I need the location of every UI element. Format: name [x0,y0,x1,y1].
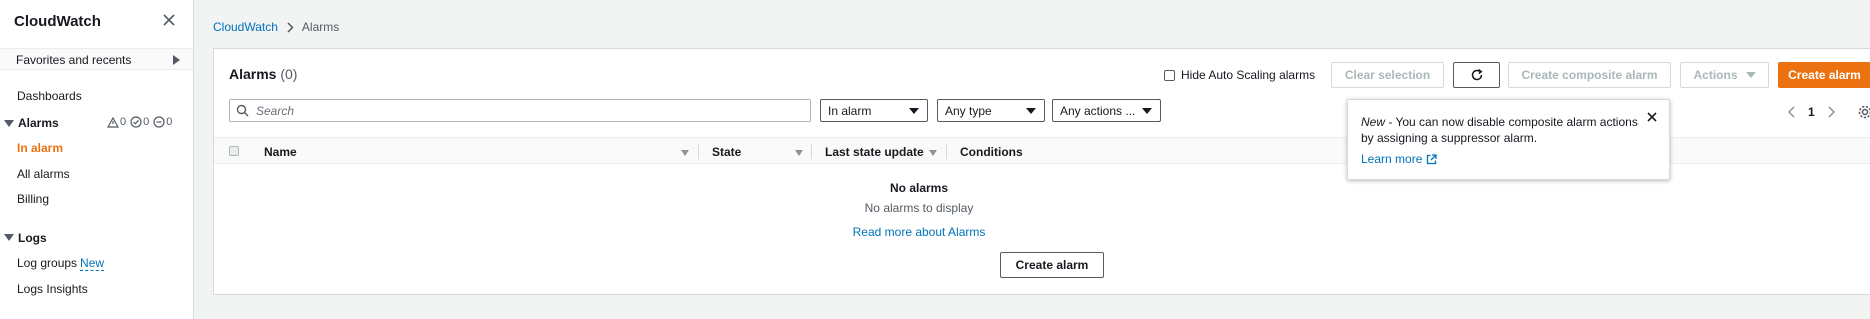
alarm-warning-icon [107,116,119,128]
empty-state-title: No alarms [889,181,949,195]
search-input[interactable] [256,102,796,119]
refresh-icon [1471,68,1483,81]
breadcrumb-cloudwatch[interactable]: CloudWatch [213,20,278,34]
log-groups-label: Log groups [17,256,78,270]
actions-label: Actions [1693,68,1738,82]
chevron-right-icon[interactable] [1826,106,1836,118]
settings-icon[interactable] [1858,105,1870,119]
new-badge: New [80,256,105,271]
learn-more-label: Learn more [1361,152,1423,166]
chevron-right-icon [287,21,294,33]
actions-filter-select[interactable]: Any actions ... [1052,99,1161,122]
new-feature-popover: New - You can now disable composite alar… [1347,99,1670,180]
close-icon[interactable] [1645,110,1659,124]
pagination: 1 [1787,105,1870,119]
sidebar-title: CloudWatch [14,13,101,30]
caret-down-icon [1026,108,1036,114]
state-filter-select[interactable]: In alarm [820,99,928,122]
page-title: Alarms (0) [229,66,297,82]
learn-more-link[interactable]: Learn more [1361,152,1438,166]
sort-icon[interactable] [681,150,689,156]
sidebar-item-billing[interactable]: Billing [17,192,49,206]
column-state[interactable]: State [712,145,741,159]
column-divider [698,144,699,159]
search-icon [236,104,249,117]
hide-autoscaling-checkbox[interactable] [1164,69,1175,81]
sidebar-item-dashboards[interactable]: Dashboards [17,89,82,103]
expand-logs-icon[interactable] [4,234,14,241]
caret-right-icon [173,55,180,65]
empty-create-alarm-button[interactable]: Create alarm [1000,252,1104,278]
insufficient-data-icon [153,116,165,128]
sidebar-item-log-groups[interactable]: Log groups New [17,256,105,271]
favorites-and-recents[interactable]: Favorites and recents [0,48,193,70]
count-ok-value: 0 [143,116,150,128]
type-filter-select[interactable]: Any type [937,99,1045,122]
close-icon[interactable] [160,11,178,29]
page-number[interactable]: 1 [1808,105,1815,119]
read-more-link[interactable]: Read more about Alarms [779,225,1059,239]
empty-state-description: No alarms to display [864,201,974,215]
actions-filter-value: Any actions ... [1060,103,1136,118]
hide-autoscaling-label: Hide Auto Scaling alarms [1181,68,1316,82]
column-divider [946,144,947,159]
chevron-left-icon[interactable] [1787,106,1797,118]
sort-icon[interactable] [929,150,937,156]
breadcrumb: CloudWatch Alarms [213,20,339,34]
caret-down-icon [909,108,919,114]
actions-dropdown[interactable]: Actions [1680,62,1769,88]
breadcrumb-alarms: Alarms [301,20,340,34]
search-box [229,99,811,122]
create-alarm-button[interactable]: Create alarm [1778,62,1870,88]
type-filter-value: Any type [945,103,992,118]
popover-text: - You can now disable composite alarm ac… [1361,115,1638,145]
select-all-checkbox[interactable] [229,146,239,156]
external-link-icon [1427,153,1438,164]
sidebar-item-logs-insights[interactable]: Logs Insights [17,282,88,296]
popover-new-label: New [1361,115,1386,129]
count-alarm-value: 0 [120,116,127,128]
expand-alarms-icon[interactable] [4,120,14,127]
count-insufficient-value: 0 [166,116,173,128]
refresh-button[interactable] [1453,62,1500,88]
side-navigation: CloudWatch Favorites and recents Dashboa… [0,0,194,319]
count-in-alarm[interactable]: 0 [107,116,126,128]
column-conditions[interactable]: Conditions [960,145,1023,159]
count-insufficient[interactable]: 0 [153,116,172,128]
alarm-counts: 0 0 0 [107,116,172,128]
create-composite-alarm-button[interactable]: Create composite alarm [1508,62,1671,88]
alarms-count: (0) [280,66,298,82]
sidebar-item-all-alarms[interactable]: All alarms [17,167,70,181]
alarms-title: Alarms [229,66,277,82]
clear-selection-button[interactable]: Clear selection [1331,62,1444,88]
favorites-label: Favorites and recents [16,53,132,67]
sidebar-section-logs[interactable]: Logs [18,231,47,245]
sidebar-item-in-alarm[interactable]: In alarm [17,141,63,155]
hide-autoscaling-toggle[interactable]: Hide Auto Scaling alarms [1164,68,1315,82]
caret-down-icon [1142,108,1152,114]
state-filter-value: In alarm [828,103,872,118]
sidebar-section-alarms[interactable]: Alarms [18,116,59,130]
count-ok[interactable]: 0 [130,116,149,128]
caret-down-icon [1745,72,1756,78]
ok-check-icon [130,116,142,128]
column-name[interactable]: Name [264,145,297,159]
popover-message: New - You can now disable composite alar… [1361,114,1641,146]
sort-icon[interactable] [795,150,803,156]
column-divider [811,144,812,159]
column-last-state-update[interactable]: Last state update [825,145,924,159]
